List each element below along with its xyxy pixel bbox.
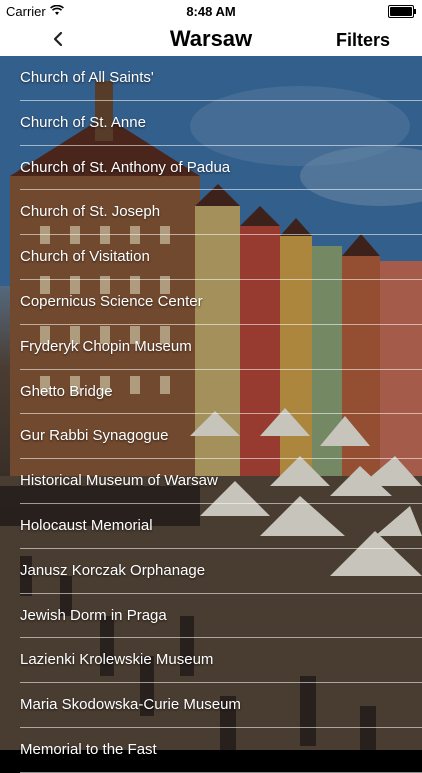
list-item-label: Copernicus Science Center <box>20 292 203 310</box>
navigation-bar: Warsaw Filters <box>0 22 422 57</box>
list-item[interactable]: Gur Rabbi Synagogue <box>20 414 422 460</box>
list-item[interactable]: Historical Museum of Warsaw <box>20 459 422 504</box>
list-item[interactable]: Holocaust Memorial <box>20 504 422 549</box>
status-time: 8:48 AM <box>186 4 236 19</box>
list-item-label: Fryderyk Chopin Museum <box>20 337 192 355</box>
list-item-label: Janusz Korczak Orphanage <box>20 561 206 579</box>
list-item[interactable]: Jewish Dorm in Praga <box>20 594 422 639</box>
list-item-label: Gur Rabbi Synagogue <box>20 427 169 445</box>
list-item-label: Jewish Dorm in Praga <box>20 606 167 624</box>
battery-icon <box>388 5 416 18</box>
list-item[interactable]: Church of All Saints' <box>20 56 422 101</box>
list-item-label: Church of St. Joseph <box>20 203 161 221</box>
list-item-label: Church of St. Anne <box>20 113 146 131</box>
list-item[interactable]: Church of St. Anthony of Padua <box>20 146 422 191</box>
list-item-label: Lazienki Krolewskie Museum <box>20 651 214 669</box>
list-item[interactable]: Maria Skodowska-Curie Museum <box>20 683 422 728</box>
list-item[interactable]: Church of St. Joseph <box>20 190 422 236</box>
list-item-label: Ghetto Bridge <box>20 382 113 400</box>
list-item[interactable]: Janusz Korczak Orphanage <box>20 549 422 594</box>
list-item-label: Church of Visitation <box>20 248 150 266</box>
list-item[interactable]: Copernicus Science Center <box>20 280 422 325</box>
list-item-label: Church of All Saints' <box>20 69 154 86</box>
list-item[interactable]: Church of St. Anne <box>20 101 422 146</box>
list-item-label: Holocaust Memorial <box>20 516 153 534</box>
list-item[interactable]: Ghetto Bridge <box>20 370 422 415</box>
list-item[interactable]: Memorial to the Fast <box>20 728 422 773</box>
list-item-label: Maria Skodowska-Curie Museum <box>20 696 241 714</box>
list-item-label: Historical Museum of Warsaw <box>20 472 218 490</box>
status-bar: Carrier 8:48 AM <box>0 0 422 22</box>
list-item-label: Memorial to the Fast <box>20 740 157 758</box>
filters-button[interactable]: Filters <box>336 30 390 51</box>
list-item[interactable]: Fryderyk Chopin Museum <box>20 325 422 370</box>
list-item[interactable]: Lazienki Krolewskie Museum <box>20 638 422 684</box>
list-item[interactable]: Church of Visitation <box>20 235 422 280</box>
list-item-label: Church of St. Anthony of Padua <box>20 158 231 176</box>
places-list: Church of All Saints' Church of St. Anne… <box>0 56 422 773</box>
